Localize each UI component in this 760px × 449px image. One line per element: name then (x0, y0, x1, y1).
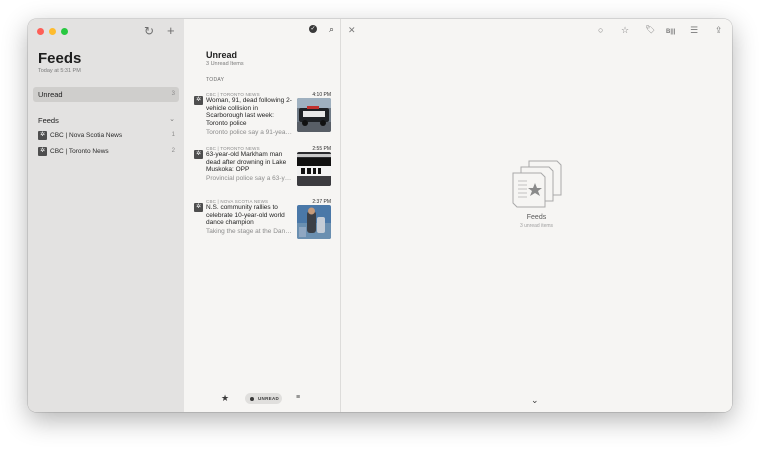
feeds-section-label: Feeds (38, 116, 59, 125)
star-icon[interactable]: ☆ (621, 25, 629, 35)
article-thumbnail (297, 205, 331, 239)
feed-favicon-icon: ✲ (38, 147, 47, 156)
placeholder-subtitle: 3 unread items (519, 223, 554, 229)
article-list-pane: ✓ ⌕ Unread 3 Unread Items TODAY ✲ CBC | … (184, 19, 341, 412)
feed-count: 2 (171, 148, 175, 154)
share-icon[interactable]: ⇪ (715, 25, 723, 35)
add-feed-icon[interactable]: + (167, 23, 175, 38)
article-item[interactable]: ✲ CBC | TORONTO NEWS 2:55 PM 63-year-old… (194, 146, 331, 194)
sidebar-item-label: Unread (38, 90, 63, 99)
reader-pane: ✕ ○ ☆ 🏷︎ B||| ☰ ⇪ Feeds 3 unread items ⌄ (341, 19, 732, 412)
refresh-icon[interactable]: ↻ (144, 24, 154, 38)
unread-filter-button[interactable]: UNREAD (245, 393, 282, 404)
unread-count: 3 (171, 91, 175, 97)
chevron-down-icon[interactable]: ⌄ (169, 115, 175, 123)
app-window: ↻ + Feeds Today at 5:31 PM Unread 3 Feed… (28, 19, 732, 412)
sidebar: ↻ + Feeds Today at 5:31 PM Unread 3 Feed… (28, 19, 185, 412)
zoom-window-button[interactable] (61, 28, 68, 35)
list-icon[interactable]: ☰ (690, 25, 698, 35)
unread-dot-icon (250, 396, 254, 401)
article-snippet: Toronto police say a 91-yea… (206, 129, 292, 136)
article-snippet: Taking the stage at the Dan… (206, 228, 292, 235)
feed-favicon-icon: ✲ (194, 96, 203, 105)
chevron-down-icon[interactable]: ⌄ (531, 395, 539, 406)
article-headline: 63-year-old Markham man dead after drown… (206, 151, 287, 174)
mark-all-read-icon[interactable]: ✓ (308, 25, 317, 33)
window-controls (37, 28, 68, 35)
mark-read-icon[interactable]: ○ (598, 25, 603, 35)
sidebar-title: Feeds (38, 50, 82, 67)
article-thumbnail (297, 152, 331, 186)
close-icon[interactable]: ✕ (348, 25, 356, 35)
list-subtitle: 3 Unread Items (206, 61, 244, 67)
search-icon[interactable]: ⌕ (329, 25, 334, 34)
feeds-placeholder-icon (512, 160, 562, 208)
tag-icon[interactable]: 🏷︎ (645, 25, 655, 35)
feed-count: 1 (171, 132, 175, 138)
list-title: Unread (206, 50, 238, 60)
feed-name: CBC | Nova Scotia News (50, 132, 123, 139)
article-thumbnail (297, 98, 331, 132)
minimize-window-button[interactable] (49, 28, 56, 35)
unread-filter-label: UNREAD (258, 396, 280, 401)
starred-filter-icon[interactable]: ★ (221, 393, 229, 404)
list-toolbar: ✓ ⌕ (308, 25, 334, 34)
sidebar-subtitle: Today at 5:31 PM (38, 68, 81, 74)
article-item[interactable]: ✲ CBC | TORONTO NEWS 4:10 PM Woman, 91, … (194, 92, 331, 140)
article-headline: Woman, 91, dead following 2-vehicle coll… (206, 97, 292, 128)
article-headline: N.S. community rallies to celebrate 10-y… (206, 204, 285, 227)
sidebar-item-feed[interactable]: ✲ CBC | Nova Scotia News 1 (38, 131, 175, 143)
feed-favicon-icon: ✲ (38, 131, 47, 140)
close-window-button[interactable] (37, 28, 44, 35)
feeds-section-header[interactable]: Feeds ⌄ (38, 116, 175, 125)
article-item[interactable]: ✲ CBC | NOVA SCOTIA NEWS 2:37 PM N.S. co… (194, 199, 331, 247)
sidebar-item-feed[interactable]: ✲ CBC | Toronto News 2 (38, 147, 175, 159)
date-section-label: TODAY (206, 77, 225, 83)
sidebar-item-unread[interactable]: Unread 3 (33, 87, 179, 102)
feed-name: CBC | Toronto News (50, 148, 109, 155)
feed-favicon-icon: ✲ (194, 203, 203, 212)
sort-order-icon[interactable]: ≡ (296, 394, 300, 401)
list-bottom-bar: ★ UNREAD ≡ (184, 392, 340, 406)
article-snippet: Provincial police say a 63-y… (206, 175, 292, 182)
feed-favicon-icon: ✲ (194, 150, 203, 159)
reader-view-icon[interactable]: B||| (666, 27, 675, 37)
placeholder-title: Feeds (526, 214, 547, 221)
